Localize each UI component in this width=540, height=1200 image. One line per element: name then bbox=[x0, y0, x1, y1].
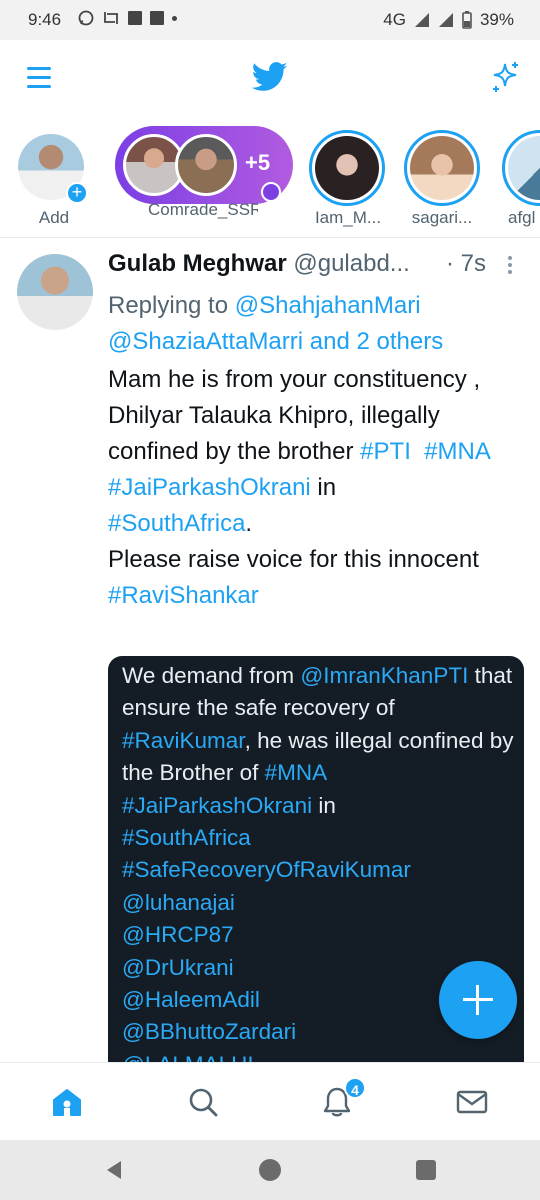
image-hashtag: #RaviKumar bbox=[122, 727, 245, 753]
tweet-text-segment: . bbox=[245, 510, 253, 537]
avatar bbox=[175, 134, 237, 196]
avatar bbox=[410, 136, 474, 200]
hashtag-link[interactable]: #SouthAfrica bbox=[108, 510, 245, 537]
fleet-label: sagari... bbox=[411, 208, 473, 227]
home-button-icon[interactable] bbox=[259, 1159, 281, 1181]
image-hashtag: #MNA bbox=[264, 760, 326, 786]
status-time: 9:46 bbox=[28, 10, 62, 29]
hamburger-menu-icon[interactable] bbox=[27, 67, 51, 89]
fleets-row: + Add +5 Comrade_SSR Iam_M... sagari... … bbox=[0, 118, 540, 238]
fleet-label: Comrade_SSR bbox=[148, 200, 258, 219]
image-hashtag: #SafeRecoveryOfRaviKumar bbox=[122, 857, 411, 883]
sparkle-icon[interactable] bbox=[488, 60, 522, 94]
battery-icon bbox=[462, 11, 472, 29]
retweet-notification-icon bbox=[104, 12, 118, 24]
whatsapp-icon bbox=[78, 10, 94, 26]
image-mention: @HaleemAdil bbox=[122, 987, 260, 1013]
bottom-navigation: 4 bbox=[0, 1062, 540, 1140]
status-right: 4G 39% bbox=[383, 10, 514, 30]
hashtag-link[interactable]: #MNA bbox=[424, 438, 491, 465]
tweet-author-name[interactable]: Gulab Meghwar bbox=[108, 250, 287, 277]
group-icon bbox=[261, 182, 281, 202]
system-navigation-bar bbox=[0, 1140, 540, 1200]
image-mention: @HRCP87 bbox=[122, 922, 234, 948]
status-bar: 9:46 4G 39% bbox=[0, 0, 540, 40]
app-notification-icon bbox=[150, 11, 164, 25]
image-text-segment: We demand from bbox=[122, 663, 301, 688]
battery-level: 39% bbox=[479, 10, 514, 29]
tweet-text-segment: in bbox=[310, 474, 337, 501]
image-hashtag: #SouthAfrica bbox=[122, 825, 251, 851]
image-hashtag: #JaiParkashOkrani bbox=[122, 792, 313, 818]
avatar[interactable] bbox=[17, 254, 93, 330]
image-mention: @ImranKhanPTI bbox=[300, 663, 469, 688]
fleet-extra-count: +5 bbox=[245, 150, 271, 175]
more-options-icon[interactable] bbox=[506, 256, 514, 276]
image-mention: @luhanajai bbox=[122, 889, 235, 915]
twitter-bird-icon[interactable] bbox=[252, 62, 288, 92]
top-app-bar bbox=[0, 40, 540, 118]
notifications-badge: 4 bbox=[344, 1077, 366, 1099]
recents-icon[interactable] bbox=[416, 1160, 436, 1180]
replying-prefix: Replying to bbox=[108, 292, 235, 319]
add-fleet-icon: + bbox=[66, 182, 88, 204]
avatar bbox=[315, 136, 379, 200]
image-mention: @DrUkrani bbox=[122, 954, 234, 980]
home-icon[interactable] bbox=[50, 1085, 84, 1119]
plus-icon bbox=[476, 985, 479, 1015]
tweet-text: Mam he is from your constituency , Dhily… bbox=[108, 362, 528, 614]
replying-to: Replying to @ShahjahanMari @ShaziaAttaMar… bbox=[108, 288, 528, 360]
back-icon[interactable] bbox=[103, 1159, 125, 1181]
image-mention: @BBhuttoZardari bbox=[122, 1019, 297, 1045]
tweet-author-handle[interactable]: @gulabd... bbox=[293, 250, 409, 277]
tweet[interactable]: Gulab Meghwar @gulabd... · 7s Replying t… bbox=[0, 238, 540, 1062]
signal-icon bbox=[414, 13, 429, 27]
fleet-label: afgl bbox=[508, 208, 536, 227]
mention-link[interactable]: @ShahjahanMari bbox=[235, 292, 421, 319]
tweet-text-segment: Please raise voice for this innocent bbox=[108, 546, 479, 573]
mail-icon[interactable] bbox=[455, 1085, 489, 1119]
notification-icons bbox=[78, 10, 177, 26]
network-label: 4G bbox=[383, 10, 406, 29]
image-text-segment: in bbox=[312, 792, 336, 818]
fleet-group-comrade[interactable]: +5 bbox=[115, 126, 293, 204]
more-notifications-icon bbox=[172, 15, 177, 21]
hashtag-link[interactable]: #JaiParkashOkrani bbox=[108, 474, 311, 501]
hashtag-link[interactable]: #RaviShankar bbox=[108, 582, 259, 609]
mention-link[interactable]: @ShaziaAttaMarri bbox=[108, 328, 303, 355]
others-link[interactable]: and 2 others bbox=[303, 328, 443, 355]
compose-tweet-button[interactable] bbox=[439, 961, 517, 1039]
hashtag-link[interactable]: #PTI bbox=[360, 438, 411, 465]
app-notification-icon bbox=[128, 11, 142, 25]
tweet-time: · 7s bbox=[446, 250, 487, 277]
fleet-label: Add bbox=[38, 208, 70, 227]
image-mention: @LALMALHI bbox=[122, 1052, 254, 1062]
signal-icon bbox=[438, 13, 453, 27]
search-icon[interactable] bbox=[186, 1085, 220, 1119]
